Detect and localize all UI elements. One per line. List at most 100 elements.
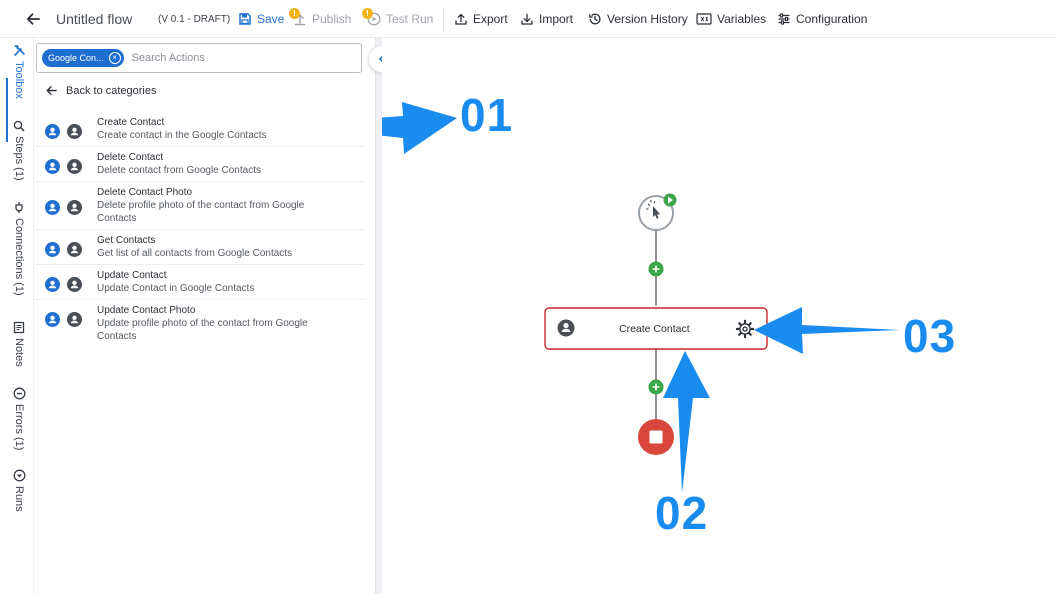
rail-label-notes: Notes: [13, 338, 25, 367]
flow-title[interactable]: Untitled flow: [56, 0, 132, 38]
person-icon: [67, 200, 82, 215]
import-button[interactable]: Import: [520, 0, 573, 38]
variables-label: Variables: [717, 12, 767, 26]
plug-icon: [15, 202, 23, 213]
action-title: Update Contact: [97, 270, 167, 281]
add-step-button[interactable]: [648, 261, 664, 277]
rail-label-toolbox: Toolbox: [13, 61, 25, 99]
sliders-icon: [778, 13, 790, 25]
close-icon[interactable]: ×: [108, 52, 121, 64]
version-history-button[interactable]: Version History: [588, 0, 688, 38]
back-to-categories-label: Back to categories: [66, 84, 157, 97]
action-title: Update Contact Photo: [97, 305, 196, 316]
add-step-button[interactable]: [648, 379, 664, 395]
person-icon: [67, 159, 82, 174]
google-contacts-icon: [45, 277, 60, 292]
action-item-create-contact[interactable]: Create Contact Create contact in the Goog…: [35, 112, 365, 147]
test-run-warning-badge: !: [362, 8, 373, 19]
rail-tab-runs[interactable]: Runs: [6, 469, 32, 512]
annotation-arrow-01: [382, 102, 457, 154]
action-item-update-contact-photo[interactable]: Update Contact Photo Update profile photo…: [35, 300, 365, 347]
trigger-node[interactable]: [638, 193, 677, 231]
chevron-down-circle-icon: [13, 469, 25, 482]
person-icon: [67, 277, 82, 292]
history-icon: [589, 13, 601, 25]
rail-tab-notes[interactable]: Notes: [6, 321, 32, 367]
action-title: Delete Contact: [97, 152, 164, 163]
action-description: Update Contact in Google Contacts: [97, 283, 255, 294]
side-rail: Toolbox Steps (1) Connections (1) Notes …: [0, 38, 34, 594]
google-contacts-icon: [45, 124, 60, 139]
filter-chip[interactable]: Google Con... ×: [42, 49, 124, 67]
person-icon: [67, 242, 82, 257]
publish-label: Publish: [312, 12, 352, 26]
annotation-arrow-02: [663, 351, 710, 493]
rail-tab-errors[interactable]: Errors (1): [6, 387, 32, 450]
configuration-button[interactable]: Configuration: [777, 0, 867, 38]
configuration-label: Configuration: [796, 12, 868, 26]
arrow-left-icon: [46, 86, 57, 95]
rail-label-connections: Connections (1): [13, 218, 25, 296]
version-history-label: Version History: [607, 12, 688, 26]
floppy-disk-icon: [239, 13, 251, 25]
export-button[interactable]: Export: [454, 0, 508, 38]
rail-label-runs: Runs: [13, 486, 25, 512]
action-item-delete-contact-photo[interactable]: Delete Contact Photo Delete profile photo…: [35, 182, 365, 230]
action-title: Get Contacts: [97, 235, 156, 246]
toolbox-panel: Google Con... × Search Actions Back to c…: [35, 38, 375, 594]
variables-button[interactable]: Variables: [696, 0, 766, 38]
toolbar-divider: [443, 8, 444, 32]
person-icon: [67, 124, 82, 139]
import-label: Import: [539, 12, 574, 26]
import-icon: [521, 13, 533, 25]
search-actions-field[interactable]: Google Con... × Search Actions: [36, 43, 362, 73]
note-icon: [13, 321, 25, 334]
action-description: Update profile photo of the contact from…: [97, 318, 308, 342]
google-contacts-icon: [45, 242, 60, 257]
test-run-button[interactable]: Test Run: [367, 0, 433, 38]
google-contacts-icon: [45, 200, 60, 215]
action-description: Create contact in the Google Contacts: [97, 130, 267, 141]
error-circle-icon: [13, 387, 25, 400]
test-run-label: Test Run: [386, 12, 434, 26]
action-title: Create Contact: [97, 117, 165, 128]
person-icon: [557, 319, 575, 337]
action-item-delete-contact[interactable]: Delete Contact Delete contact from Google…: [35, 147, 365, 182]
action-item-get-contacts[interactable]: Get Contacts Get list of all contacts fro…: [35, 230, 365, 265]
rail-tab-steps[interactable]: Steps (1): [6, 120, 32, 181]
person-icon: [67, 312, 82, 327]
node-title: Create Contact: [619, 323, 690, 335]
annotation-label-01: 01: [460, 89, 514, 141]
action-item-update-contact[interactable]: Update Contact Update Contact in Google C…: [35, 265, 365, 300]
save-label: Save: [257, 12, 285, 26]
rail-tab-connections[interactable]: Connections (1): [6, 201, 32, 296]
arrow-left-icon: [26, 13, 40, 25]
top-toolbar: Untitled flow (V 0.1 - DRAFT) Save Publi…: [0, 0, 1056, 38]
variables-icon: [696, 13, 712, 25]
annotation-label-02: 02: [655, 487, 709, 539]
filter-chip-label: Google Con...: [48, 53, 104, 63]
search-icon: [13, 120, 25, 132]
search-input[interactable]: Search Actions: [132, 52, 205, 64]
google-contacts-icon: [45, 159, 60, 174]
rail-label-errors: Errors (1): [13, 404, 25, 451]
save-button[interactable]: Save: [238, 0, 284, 38]
publish-warning-badge: !: [289, 8, 300, 19]
back-to-categories-link[interactable]: Back to categories: [45, 84, 157, 97]
google-contacts-icon: [45, 312, 60, 327]
action-title: Delete Contact Photo: [97, 187, 193, 198]
export-label: Export: [473, 12, 508, 26]
stop-node[interactable]: [638, 419, 674, 455]
action-description: Delete profile photo of the contact from…: [97, 200, 305, 224]
annotation-arrow-03: [754, 307, 900, 354]
action-description: Delete contact from Google Contacts: [97, 165, 261, 176]
panel-resize-handle[interactable]: [375, 38, 382, 594]
rail-label-steps: Steps (1): [13, 136, 25, 181]
action-description: Get list of all contacts from Google Con…: [97, 248, 293, 259]
back-arrow-button[interactable]: [24, 0, 42, 38]
version-label: (V 0.1 - DRAFT): [158, 13, 231, 25]
tools-icon: [13, 45, 25, 56]
rail-tab-toolbox[interactable]: Toolbox: [6, 44, 32, 99]
annotation-label-03: 03: [903, 310, 957, 362]
publish-button[interactable]: Publish: [293, 0, 351, 38]
